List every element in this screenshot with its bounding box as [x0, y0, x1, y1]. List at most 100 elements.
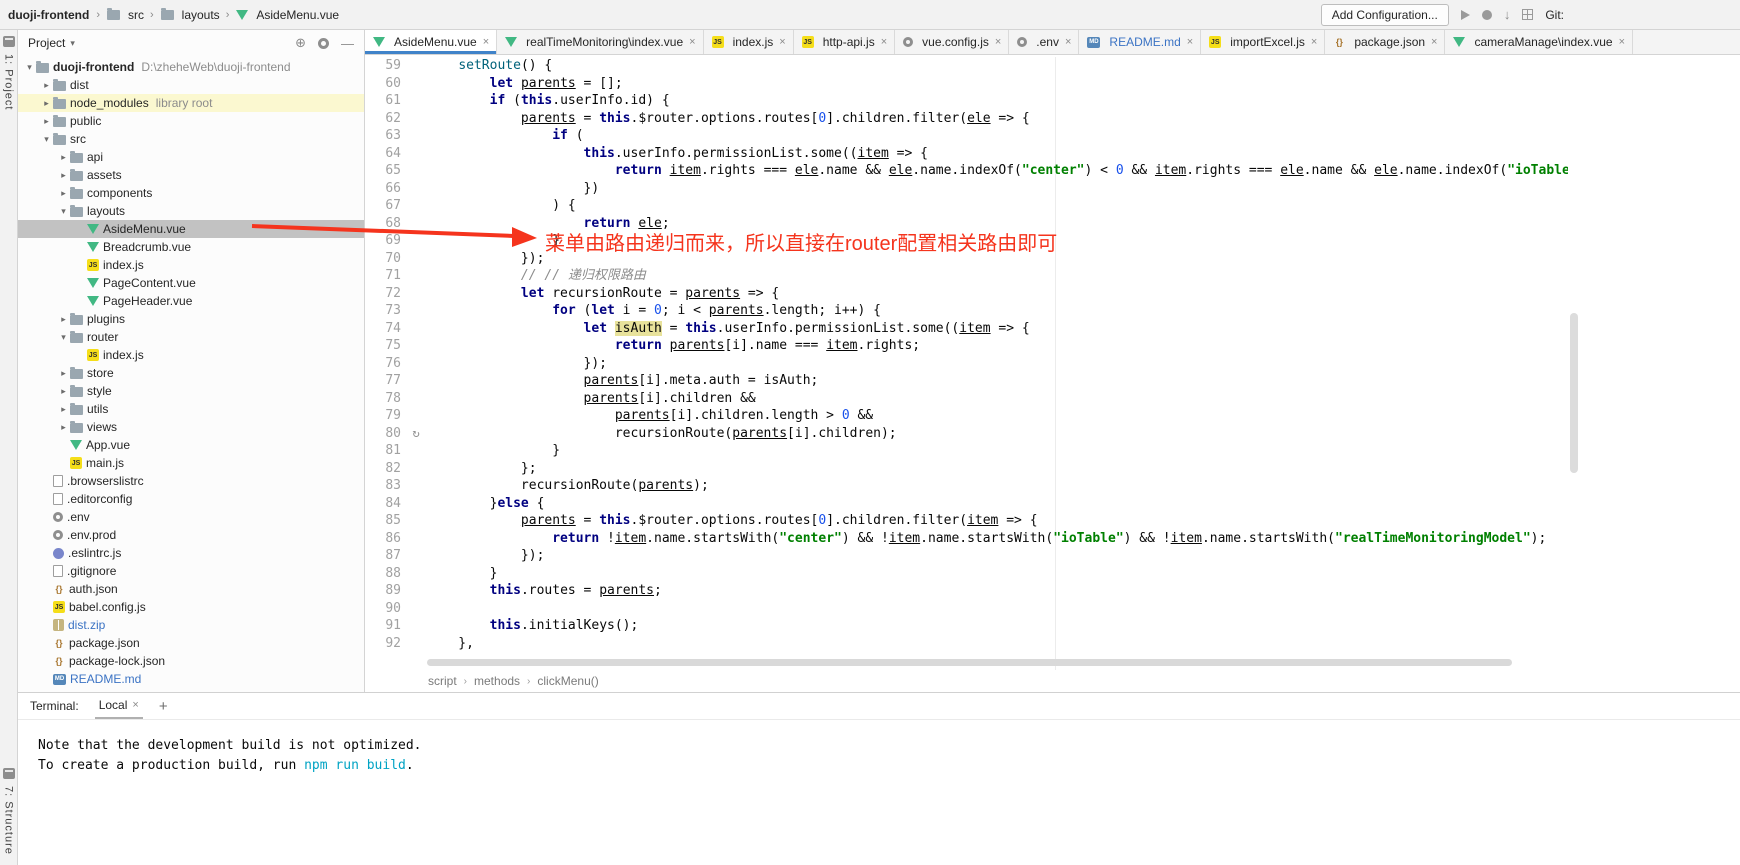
code-line[interactable]: 87 }); — [365, 547, 1568, 565]
chevron-right-icon[interactable]: ▸ — [41, 116, 52, 127]
chevron-right-icon[interactable]: ▸ — [58, 386, 69, 397]
code-line[interactable]: 63 if ( — [365, 127, 1568, 145]
code-line[interactable]: 65 return item.rights === ele.name && el… — [365, 162, 1568, 180]
code-line[interactable]: 62 parents = this.$router.options.routes… — [365, 110, 1568, 128]
close-icon[interactable]: × — [1619, 36, 1625, 48]
editor-tab[interactable]: cameraManage\index.vue× — [1445, 30, 1633, 54]
vcs-update-icon[interactable]: ↓ — [1504, 7, 1511, 22]
editor-breadcrumb-item[interactable]: methods — [474, 674, 520, 688]
tree-item[interactable]: ▸dist — [18, 76, 364, 94]
tree-item[interactable]: auth.json — [18, 580, 364, 598]
tree-item[interactable]: README.md — [18, 670, 364, 688]
editor-tab[interactable]: index.js× — [704, 30, 794, 54]
close-icon[interactable]: × — [1065, 36, 1071, 48]
tree-item[interactable]: ▸assets — [18, 166, 364, 184]
code-line[interactable]: 72 let recursionRoute = parents => { — [365, 285, 1568, 303]
tree-item[interactable]: package.json — [18, 634, 364, 652]
editor-tab[interactable]: importExcel.js× — [1201, 30, 1325, 54]
code-line[interactable]: 81 } — [365, 442, 1568, 460]
tree-item[interactable]: ▸components — [18, 184, 364, 202]
tree-item[interactable]: AsideMenu.vue — [18, 220, 364, 238]
code-line[interactable]: 90 — [365, 600, 1568, 618]
tree-item[interactable]: App.vue — [18, 436, 364, 454]
tree-item[interactable]: index.js — [18, 346, 364, 364]
code-line[interactable]: 68 return ele; — [365, 215, 1568, 233]
tree-item[interactable]: ▸node_moduleslibrary root — [18, 94, 364, 112]
tree-item[interactable]: PageContent.vue — [18, 274, 364, 292]
tree-item[interactable]: PageHeader.vue — [18, 292, 364, 310]
chevron-down-icon[interactable]: ▾ — [24, 62, 35, 73]
code-line[interactable]: 76 }); — [365, 355, 1568, 373]
chevron-right-icon[interactable]: ▸ — [58, 152, 69, 163]
editor-tab[interactable]: http-api.js× — [794, 30, 895, 54]
tree-item[interactable]: .browserslistrc — [18, 472, 364, 490]
project-panel-title[interactable]: Project — [28, 36, 65, 50]
tree-item[interactable]: index.js — [18, 256, 364, 274]
tree-item[interactable]: .env.prod — [18, 526, 364, 544]
tree-item[interactable]: ▸api — [18, 148, 364, 166]
chevron-down-icon[interactable]: ▾ — [58, 206, 69, 217]
close-icon[interactable]: × — [881, 36, 887, 48]
close-icon[interactable]: × — [1431, 36, 1437, 48]
code-line[interactable]: 83 recursionRoute(parents); — [365, 477, 1568, 495]
editor-tab[interactable]: vue.config.js× — [895, 30, 1009, 54]
settings-gear-icon[interactable] — [318, 38, 329, 49]
code-line[interactable]: 80↻ recursionRoute(parents[i].children); — [365, 425, 1568, 443]
layout-grid-icon[interactable] — [1522, 9, 1533, 20]
run-icon[interactable] — [1461, 10, 1470, 20]
breadcrumb-item[interactable]: src — [106, 8, 144, 22]
tree-item[interactable]: .eslintrc.js — [18, 544, 364, 562]
chevron-right-icon[interactable]: ▸ — [58, 404, 69, 415]
code-line[interactable]: 60 let parents = []; — [365, 75, 1568, 93]
editor-tab[interactable]: package.json× — [1325, 30, 1445, 54]
editor-tab[interactable]: AsideMenu.vue× — [365, 30, 497, 54]
code-line[interactable]: 85 parents = this.$router.options.routes… — [365, 512, 1568, 530]
close-icon[interactable]: × — [689, 36, 695, 48]
tree-item[interactable]: babel.config.js — [18, 598, 364, 616]
code-line[interactable]: 89 this.routes = parents; — [365, 582, 1568, 600]
new-terminal-icon[interactable]: + — [159, 698, 168, 715]
close-icon[interactable]: × — [1187, 36, 1193, 48]
terminal-tab[interactable]: Local× — [95, 693, 143, 719]
breadcrumb-item[interactable]: layouts — [160, 8, 220, 22]
close-icon[interactable]: × — [779, 36, 785, 48]
chevron-down-icon[interactable]: ▾ — [58, 332, 69, 343]
hide-panel-icon[interactable]: — — [341, 36, 354, 51]
horizontal-scrollbar[interactable] — [427, 659, 1512, 666]
tree-item[interactable]: Breadcrumb.vue — [18, 238, 364, 256]
code-line[interactable]: 84 }else { — [365, 495, 1568, 513]
chevron-right-icon[interactable]: ▸ — [58, 314, 69, 325]
tree-item[interactable]: ▸store — [18, 364, 364, 382]
vertical-scrollbar[interactable] — [1568, 55, 1580, 670]
chevron-down-icon[interactable]: ▾ — [70, 38, 75, 49]
editor-breadcrumb-item[interactable]: clickMenu() — [537, 674, 598, 688]
code-line[interactable]: 79 parents[i].children.length > 0 && — [365, 407, 1568, 425]
close-icon[interactable]: × — [132, 699, 138, 711]
tree-item[interactable]: ▾src — [18, 130, 364, 148]
tree-item[interactable]: ▸utils — [18, 400, 364, 418]
code-line[interactable]: 74 let isAuth = this.userInfo.permission… — [365, 320, 1568, 338]
code-line[interactable]: 91 this.initialKeys(); — [365, 617, 1568, 635]
tree-item[interactable]: ▸public — [18, 112, 364, 130]
code-line[interactable]: 59 setRoute() { — [365, 57, 1568, 75]
tree-item[interactable]: dist.zip — [18, 616, 364, 634]
terminal-output[interactable]: Note that the development build is not o… — [18, 720, 1740, 776]
code-line[interactable]: 77 parents[i].meta.auth = isAuth; — [365, 372, 1568, 390]
editor-tab[interactable]: .env× — [1009, 30, 1079, 54]
breadcrumb-project[interactable]: duoji-frontend — [8, 8, 89, 22]
tree-item[interactable]: .editorconfig — [18, 490, 364, 508]
code-line[interactable]: 75 return parents[i].name === item.right… — [365, 337, 1568, 355]
tree-item[interactable]: .env — [18, 508, 364, 526]
chevron-right-icon[interactable]: ▸ — [58, 368, 69, 379]
tree-item[interactable]: ▾layouts — [18, 202, 364, 220]
tree-item[interactable]: main.js — [18, 454, 364, 472]
code-line[interactable]: 69 } — [365, 232, 1568, 250]
chevron-right-icon[interactable]: ▸ — [41, 98, 52, 109]
chevron-right-icon[interactable]: ▸ — [58, 170, 69, 181]
editor-tab[interactable]: realTimeMonitoring\index.vue× — [497, 30, 703, 54]
breadcrumb-item[interactable]: AsideMenu.vue — [235, 8, 339, 22]
chevron-right-icon[interactable]: ▸ — [41, 80, 52, 91]
close-icon[interactable]: × — [995, 36, 1001, 48]
add-configuration-button[interactable]: Add Configuration... — [1321, 4, 1449, 26]
code-line[interactable]: 71 // // 递归权限路由 — [365, 267, 1568, 285]
